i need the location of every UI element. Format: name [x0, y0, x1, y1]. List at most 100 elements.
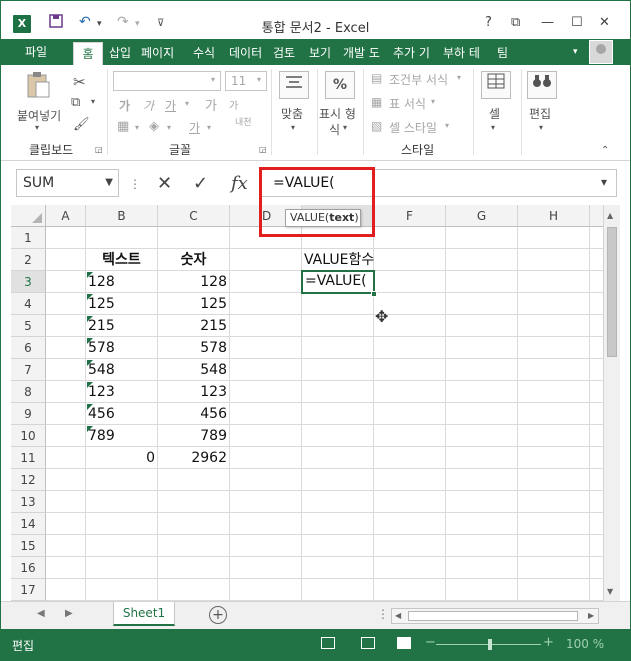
grid-cell[interactable] [518, 447, 590, 469]
editing-label[interactable]: 편집 [529, 105, 551, 122]
grid-cell[interactable] [374, 425, 446, 447]
grid-cell[interactable] [86, 469, 158, 491]
grid-cell[interactable] [302, 513, 374, 535]
grid-cell[interactable] [590, 381, 603, 403]
grid-cell[interactable] [86, 579, 158, 601]
number-format-dropdown-icon[interactable]: ▾ [343, 123, 347, 132]
column-header-i[interactable] [590, 205, 603, 227]
zoom-slider-knob[interactable] [488, 639, 492, 650]
row-header[interactable]: 11 [11, 447, 46, 469]
cell-styles-dropdown-icon[interactable]: ▾ [445, 121, 449, 130]
cell-e2[interactable]: VALUE함수 [302, 249, 374, 271]
grid-cell[interactable] [446, 535, 518, 557]
grid-cell[interactable] [302, 337, 374, 359]
grid-cell[interactable] [158, 469, 230, 491]
next-sheet-icon[interactable]: ▶ [65, 608, 73, 619]
row-header[interactable]: 17 [11, 579, 46, 601]
close-button[interactable]: ✕ [599, 15, 610, 30]
cell-b5[interactable]: 215 [86, 315, 158, 337]
row-header[interactable]: 3 [11, 271, 46, 293]
grid-cell[interactable] [446, 315, 518, 337]
grid-cell[interactable] [518, 557, 590, 579]
grid-cell[interactable] [446, 491, 518, 513]
grid-cell[interactable] [518, 293, 590, 315]
row-header[interactable]: 14 [11, 513, 46, 535]
cell-b8[interactable]: 123 [86, 381, 158, 403]
grid-cell[interactable] [590, 227, 603, 249]
grid-cell[interactable] [46, 425, 86, 447]
column-header-b[interactable]: B [86, 205, 158, 227]
collapse-ribbon-icon[interactable]: ⌃ [601, 145, 609, 156]
column-header-h[interactable]: H [518, 205, 590, 227]
grid-cell[interactable] [46, 535, 86, 557]
grid-cell[interactable] [446, 447, 518, 469]
grid-cell[interactable] [518, 315, 590, 337]
account-dropdown-icon[interactable]: ▾ [573, 47, 578, 57]
grid-cell[interactable] [302, 557, 374, 579]
grid-cell[interactable] [446, 249, 518, 271]
grid-cell[interactable] [446, 469, 518, 491]
grid-cell[interactable] [590, 337, 603, 359]
cell-c9[interactable]: 456 [158, 403, 230, 425]
grid-cell[interactable] [590, 469, 603, 491]
cell-b3[interactable]: 128 [86, 271, 158, 293]
cell-c11[interactable]: 2962 [158, 447, 230, 469]
row-header[interactable]: 12 [11, 469, 46, 491]
bold-button[interactable]: 가 [119, 97, 130, 114]
font-launcher-icon[interactable]: ◲ [259, 145, 267, 154]
borders-icon[interactable]: ▦ [117, 119, 129, 134]
grid-cell[interactable] [374, 447, 446, 469]
row-header[interactable]: 1 [11, 227, 46, 249]
ribbon-display-button[interactable]: ⧉ [511, 15, 520, 30]
tab-load-test[interactable]: 부하 테 [443, 44, 480, 61]
grid-cell[interactable] [518, 579, 590, 601]
find-binoculars-icon[interactable] [527, 71, 557, 99]
grid-cell[interactable] [374, 249, 446, 271]
grid-cell[interactable] [230, 271, 302, 293]
grid-cell[interactable] [46, 557, 86, 579]
row-header[interactable]: 6 [11, 337, 46, 359]
grid-cell[interactable] [590, 249, 603, 271]
cell-b4[interactable]: 125 [86, 293, 158, 315]
grid-cell[interactable] [518, 359, 590, 381]
grid-cell[interactable] [518, 513, 590, 535]
font-name-box[interactable] [113, 71, 221, 91]
column-header-c[interactable]: C [158, 205, 230, 227]
copy-icon[interactable]: ⧉ [71, 95, 80, 110]
grid-cell[interactable] [46, 293, 86, 315]
tab-team[interactable]: 팀 [497, 44, 508, 61]
grid-cell[interactable] [590, 359, 603, 381]
phonetic-button[interactable]: 내천 [235, 115, 252, 128]
worksheet-grid[interactable]: A B C D E F G H 123456789101112131415161… [11, 205, 603, 601]
horizontal-scroll-thumb[interactable] [408, 611, 578, 621]
grid-cell[interactable] [590, 491, 603, 513]
grid-cell[interactable] [230, 293, 302, 315]
insert-function-button[interactable]: fx [231, 173, 248, 194]
row-header[interactable]: 5 [11, 315, 46, 337]
format-table-icon[interactable]: ▦ [371, 95, 382, 109]
number-format-label-line1[interactable]: 표시 형 [319, 105, 356, 122]
paste-icon[interactable] [23, 71, 53, 99]
row-header[interactable]: 7 [11, 359, 46, 381]
grid-cell[interactable] [158, 579, 230, 601]
grid-cell[interactable] [158, 227, 230, 249]
cell-c5[interactable]: 215 [158, 315, 230, 337]
grid-cell[interactable] [446, 557, 518, 579]
cell-c2[interactable]: 숫자 [158, 249, 230, 271]
underline-dropdown-icon[interactable]: ▾ [185, 99, 189, 108]
tab-home[interactable]: 홈 [73, 42, 103, 66]
vertical-scroll-thumb[interactable] [607, 227, 617, 357]
grid-cell[interactable] [446, 579, 518, 601]
grid-cell[interactable] [446, 271, 518, 293]
number-format-icon[interactable]: % [325, 71, 355, 99]
grid-cell[interactable] [302, 535, 374, 557]
conditional-format-icon[interactable]: ▤ [371, 71, 382, 85]
grid-cell[interactable] [590, 557, 603, 579]
sheet-tab-sheet1[interactable]: Sheet1 [113, 602, 175, 626]
format-table-button[interactable]: 표 서식 [389, 95, 426, 112]
grid-cell[interactable] [374, 403, 446, 425]
grid-cell[interactable] [230, 425, 302, 447]
normal-view-icon[interactable] [321, 637, 335, 649]
grid-cell[interactable] [446, 359, 518, 381]
expand-formula-bar-icon[interactable]: ▾ [601, 175, 607, 189]
